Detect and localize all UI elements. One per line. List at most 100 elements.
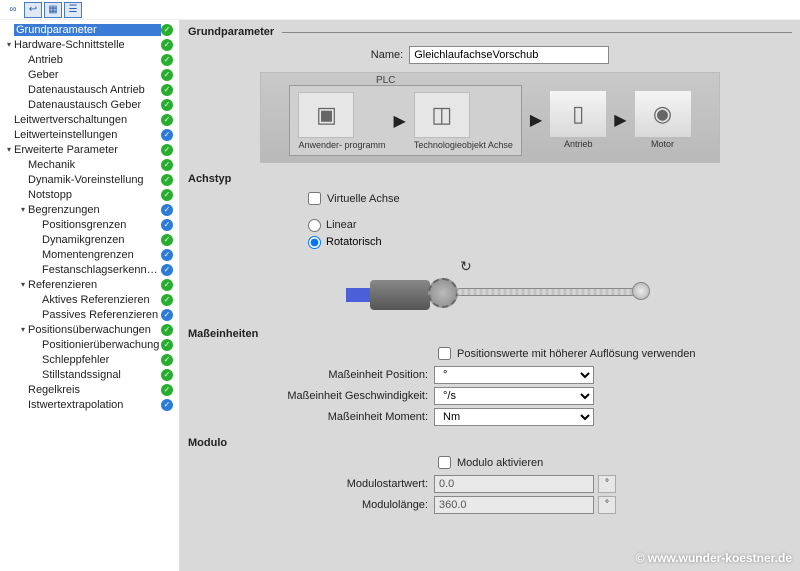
expand-icon[interactable]: ▾ <box>18 205 28 214</box>
tree-item[interactable]: Leitwertverschaltungen✓ <box>0 112 179 127</box>
tree-item-label: Schleppfehler <box>42 354 161 366</box>
status-icon: ✓ <box>161 69 173 81</box>
link-icon[interactable]: ∞ <box>4 2 22 18</box>
virtual-axis-checkbox[interactable] <box>308 192 321 205</box>
tree-item[interactable]: Mechanik✓ <box>0 157 179 172</box>
tree-item[interactable]: ▾Positionsüberwachungen✓ <box>0 322 179 337</box>
modulo-start-unit: ° <box>598 475 616 493</box>
drive-label: Antrieb <box>550 140 606 150</box>
tree-item[interactable]: Antrieb✓ <box>0 52 179 67</box>
tree-item[interactable]: Regelkreis✓ <box>0 382 179 397</box>
modulo-len-input <box>434 496 594 514</box>
modulo-start-label: Modulostartwert: <box>188 478 434 490</box>
motor-label: Motor <box>635 140 691 150</box>
hires-checkbox[interactable] <box>438 347 451 360</box>
status-icon: ✓ <box>161 24 173 36</box>
tree-item-label: Regelkreis <box>28 384 161 396</box>
linear-label: Linear <box>326 219 357 231</box>
plc-label: PLC <box>376 75 395 86</box>
status-icon: ✓ <box>161 99 173 111</box>
rotatorisch-label: Rotatorisch <box>326 236 382 248</box>
status-icon: ✓ <box>161 309 173 321</box>
tree-item-label: Positionsüberwachungen <box>28 324 161 336</box>
status-icon: ✓ <box>161 144 173 156</box>
status-icon: ✓ <box>161 264 173 276</box>
tree-item-label: Dynamikgrenzen <box>42 234 161 246</box>
arrow-icon: ▶ <box>612 110 628 130</box>
motor-icon: ◉ <box>635 91 691 137</box>
tree-item[interactable]: Momentengrenzen✓ <box>0 247 179 262</box>
tree-item[interactable]: Aktives Referenzieren✓ <box>0 292 179 307</box>
program-label: Anwender- programm <box>298 141 385 151</box>
hires-label: Positionswerte mit höherer Auflösung ver… <box>457 348 695 360</box>
expand-icon[interactable]: ▾ <box>4 40 14 49</box>
tree-item[interactable]: Dynamik-Voreinstellung✓ <box>0 172 179 187</box>
tree-item[interactable]: ▾Hardware-Schnittstelle✓ <box>0 37 179 52</box>
tree-item[interactable]: Grundparameter✓ <box>0 22 179 37</box>
modulo-len-label: Modulolänge: <box>188 499 434 511</box>
status-icon: ✓ <box>161 294 173 306</box>
status-icon: ✓ <box>161 384 173 396</box>
status-icon: ✓ <box>161 399 173 411</box>
achstyp-title: Achstyp <box>188 173 792 185</box>
back-icon[interactable]: ↩ <box>24 2 42 18</box>
rotatorisch-radio[interactable] <box>308 236 321 249</box>
tree-item[interactable]: Datenaustausch Geber✓ <box>0 97 179 112</box>
linear-radio[interactable] <box>308 219 321 232</box>
tree-item-label: Passives Referenzieren <box>42 309 161 321</box>
pos-unit-select[interactable]: ° <box>434 366 594 384</box>
tree-item-label: Datenaustausch Antrieb <box>28 84 161 96</box>
status-icon: ✓ <box>161 249 173 261</box>
modulo-checkbox[interactable] <box>438 456 451 469</box>
modulo-title: Modulo <box>188 437 792 449</box>
expand-icon[interactable]: ▾ <box>18 280 28 289</box>
expand-icon[interactable]: ▾ <box>18 325 28 334</box>
status-icon: ✓ <box>161 324 173 336</box>
tree-item[interactable]: Notstopp✓ <box>0 187 179 202</box>
tree-item[interactable]: Positionsgrenzen✓ <box>0 217 179 232</box>
tree-item[interactable]: Geber✓ <box>0 67 179 82</box>
tree-item-label: Mechanik <box>28 159 161 171</box>
vel-unit-select[interactable]: °/s <box>434 387 594 405</box>
tree-item-label: Festanschlagserkennung <box>42 264 161 276</box>
tree-item[interactable]: Leitwerteinstellungen✓ <box>0 127 179 142</box>
tree-item[interactable]: Positionierüberwachung✓ <box>0 337 179 352</box>
tree-item[interactable]: ▾Referenzieren✓ <box>0 277 179 292</box>
expand-icon[interactable]: ▾ <box>4 145 14 154</box>
vel-unit-label: Maßeinheit Geschwindigkeit: <box>188 390 434 402</box>
section-header-title: Grundparameter <box>188 26 274 38</box>
status-icon: ✓ <box>161 39 173 51</box>
tree-item-label: Leitwerteinstellungen <box>14 129 161 141</box>
mom-unit-select[interactable]: Nm <box>434 408 594 426</box>
program-icon: ▣ <box>298 92 354 138</box>
status-icon: ✓ <box>161 129 173 141</box>
status-icon: ✓ <box>161 114 173 126</box>
tiles-icon[interactable]: ▦ <box>44 2 62 18</box>
drive-icon: ▯ <box>550 91 606 137</box>
tree-item[interactable]: Stillstandssignal✓ <box>0 367 179 382</box>
tree-item[interactable]: ▾Begrenzungen✓ <box>0 202 179 217</box>
tree-item[interactable]: Datenaustausch Antrieb✓ <box>0 82 179 97</box>
tree-item[interactable]: Istwertextrapolation✓ <box>0 397 179 412</box>
tree-item[interactable]: Festanschlagserkennung✓ <box>0 262 179 277</box>
tree-item-label: Aktives Referenzieren <box>42 294 161 306</box>
name-input[interactable] <box>409 46 609 64</box>
techobj-label: Technologieobjekt Achse <box>414 141 513 151</box>
motor-illustration: ↻ <box>320 258 660 318</box>
arrow-icon: ▶ <box>528 110 544 130</box>
units-title: Maßeinheiten <box>188 328 792 340</box>
tree-item-label: Grundparameter <box>14 24 161 36</box>
status-icon: ✓ <box>161 159 173 171</box>
tree-item[interactable]: Passives Referenzieren✓ <box>0 307 179 322</box>
tree-item-label: Istwertextrapolation <box>28 399 161 411</box>
status-icon: ✓ <box>161 219 173 231</box>
tree-item[interactable]: Schleppfehler✓ <box>0 352 179 367</box>
tree-item-label: Antrieb <box>28 54 161 66</box>
list-icon[interactable]: ☰ <box>64 2 82 18</box>
tree-item-label: Referenzieren <box>28 279 161 291</box>
tree-item[interactable]: ▾Erweiterte Parameter✓ <box>0 142 179 157</box>
name-label: Name: <box>371 49 403 61</box>
status-icon: ✓ <box>161 174 173 186</box>
tree-item[interactable]: Dynamikgrenzen✓ <box>0 232 179 247</box>
nav-tree[interactable]: Grundparameter✓▾Hardware-Schnittstelle✓A… <box>0 20 180 571</box>
